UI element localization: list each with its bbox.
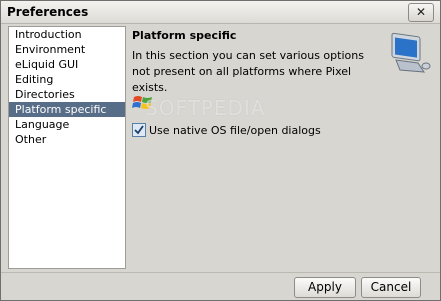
settings-panel: Platform specific In this section you ca…	[132, 26, 432, 270]
category-item-eliquid-gui[interactable]: eLiquid GUI	[9, 57, 125, 72]
close-button[interactable]: ✕	[408, 3, 434, 22]
category-list: Introduction Environment eLiquid GUI Edi…	[8, 26, 126, 269]
category-item-environment[interactable]: Environment	[9, 42, 125, 57]
native-dialogs-label: Use native OS file/open dialogs	[149, 123, 321, 137]
category-item-platform-specific[interactable]: Platform specific	[9, 102, 125, 117]
window-title: Preferences	[7, 5, 89, 19]
category-item-language[interactable]: Language	[9, 117, 125, 132]
check-icon	[134, 125, 144, 135]
watermark: SOFTPEDIA	[145, 96, 266, 120]
section-heading: Platform specific	[132, 29, 237, 42]
close-icon: ✕	[415, 5, 427, 19]
computer-icon	[391, 32, 431, 73]
category-item-introduction[interactable]: Introduction	[9, 27, 125, 42]
title-bar: Preferences ✕	[1, 1, 440, 24]
native-dialogs-checkbox[interactable]	[132, 123, 146, 137]
category-item-other[interactable]: Other	[9, 132, 125, 147]
footer-divider	[1, 272, 440, 273]
category-item-editing[interactable]: Editing	[9, 72, 125, 87]
cancel-button[interactable]: Cancel	[361, 277, 421, 298]
native-dialogs-option[interactable]: Use native OS file/open dialogs	[132, 123, 321, 137]
apply-button[interactable]: Apply	[294, 277, 356, 298]
category-item-directories[interactable]: Directories	[9, 87, 125, 102]
section-description: In this section you can set various opti…	[132, 49, 364, 94]
preferences-window: Preferences ✕ Introduction Environment e…	[0, 0, 441, 301]
